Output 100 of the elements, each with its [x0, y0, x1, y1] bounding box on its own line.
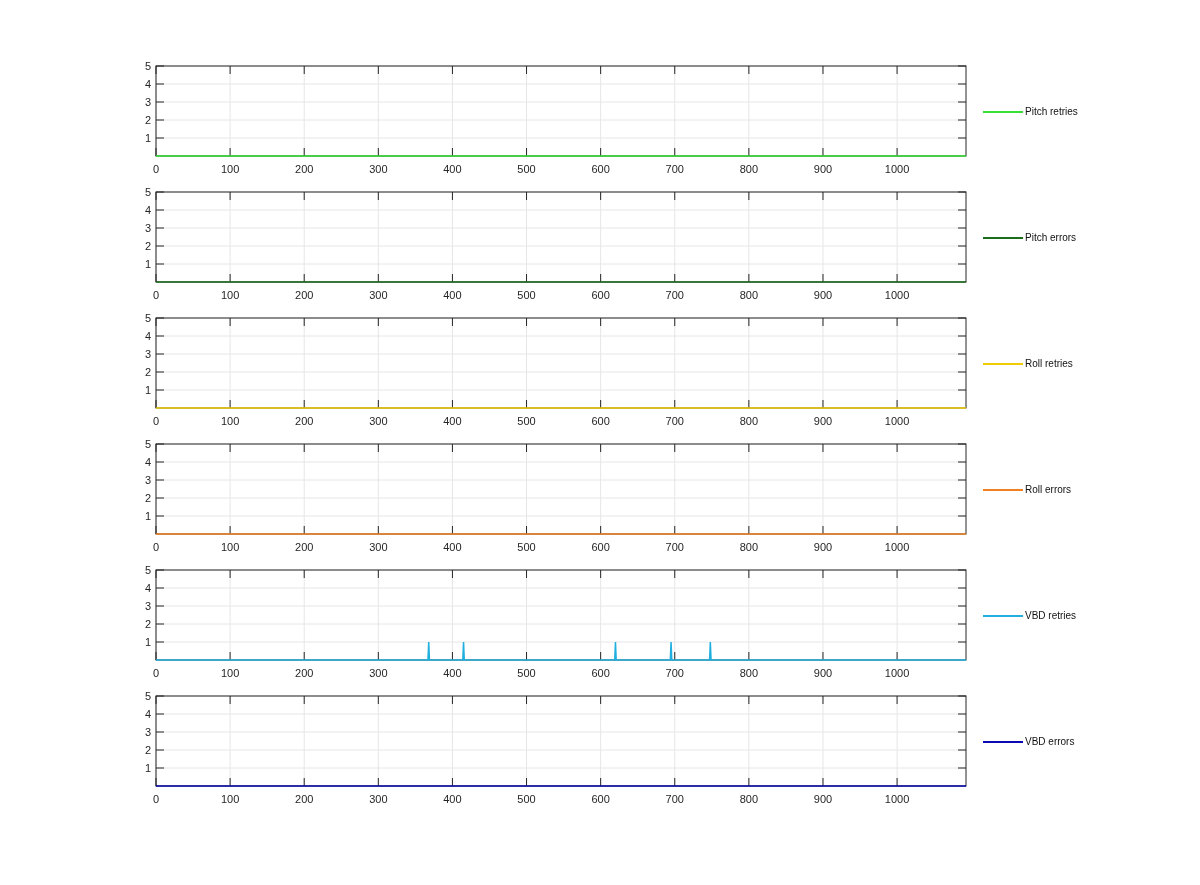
tick-label: 5 [144, 312, 151, 324]
tick-label: 700 [665, 667, 684, 679]
tick-label: 700 [665, 541, 684, 553]
tick-label: 100 [220, 541, 240, 553]
tick-label: 3 [144, 726, 151, 738]
tick-label: 100 [220, 667, 240, 679]
tick-label: 200 [295, 163, 314, 175]
tick-label: 4 [144, 330, 151, 342]
tick-label: 300 [369, 415, 388, 427]
tick-label: 1 [144, 132, 151, 144]
tick-label: 200 [295, 415, 314, 427]
tick-label: 300 [369, 793, 388, 805]
tick-label: 800 [739, 793, 759, 805]
legend-line-icon [983, 109, 1023, 114]
legend-label: Pitch retries [1025, 105, 1078, 119]
tick-label: 1000 [884, 289, 910, 301]
tick-label: 1000 [884, 415, 910, 427]
tick-label: 4 [144, 708, 151, 720]
tick-label: 5 [144, 564, 151, 576]
tick-label: 0 [152, 793, 160, 805]
tick-label: 3 [144, 222, 151, 234]
legend-label: Pitch errors [1025, 231, 1077, 245]
tick-label: 900 [813, 163, 833, 175]
tick-label: 1000 [884, 793, 910, 805]
tick-label: 500 [517, 793, 536, 805]
tick-label: 1 [144, 636, 151, 648]
tick-label: 4 [144, 456, 151, 468]
tick-label: 100 [220, 415, 240, 427]
tick-label: 100 [220, 289, 240, 301]
tick-label: 300 [369, 541, 388, 553]
tick-label: 600 [591, 541, 610, 553]
tick-label: 400 [443, 541, 462, 553]
tick-label: 1000 [884, 541, 910, 553]
tick-label: 800 [739, 163, 759, 175]
tick-label: 1 [144, 384, 151, 396]
tick-label: 500 [517, 415, 536, 427]
tick-label: 900 [813, 667, 833, 679]
tick-label: 2 [144, 744, 151, 756]
tick-label: 2 [144, 240, 151, 252]
tick-label: 500 [517, 163, 536, 175]
legend-label: Roll errors [1025, 483, 1072, 497]
tick-label: 700 [665, 793, 684, 805]
tick-label: 200 [295, 793, 314, 805]
tick-label: 2 [144, 492, 151, 504]
tick-label: 1 [144, 510, 151, 522]
tick-label: 600 [591, 415, 610, 427]
tick-label: 1000 [884, 163, 910, 175]
tick-label: 600 [591, 163, 610, 175]
tick-label: 700 [665, 415, 684, 427]
tick-label: 800 [739, 541, 759, 553]
tick-label: 4 [144, 78, 151, 90]
legend-line-icon [983, 235, 1023, 240]
tick-label: 400 [443, 415, 462, 427]
tick-label: 1 [144, 762, 151, 774]
tick-label: 600 [591, 667, 610, 679]
legend-line-icon [983, 361, 1023, 366]
tick-label: 0 [152, 415, 160, 427]
tick-label: 3 [144, 348, 151, 360]
tick-label: 2 [144, 618, 151, 630]
tick-label: 5 [144, 186, 151, 198]
tick-label: 2 [144, 114, 151, 126]
tick-label: 5 [144, 690, 151, 702]
tick-label: 100 [220, 163, 240, 175]
legend-label: VBD errors [1025, 735, 1075, 749]
tick-label: 800 [739, 289, 759, 301]
legend-line-icon [983, 613, 1023, 618]
tick-label: 700 [665, 163, 684, 175]
legend-label: Roll retries [1025, 357, 1073, 371]
tick-label: 1 [144, 258, 151, 270]
tick-label: 200 [295, 289, 314, 301]
tick-label: 4 [144, 204, 151, 216]
tick-label: 4 [144, 582, 151, 594]
tick-label: 400 [443, 667, 462, 679]
tick-label: 3 [144, 600, 151, 612]
tick-label: 3 [144, 96, 151, 108]
tick-label: 0 [152, 163, 160, 175]
legend-line-icon [983, 487, 1023, 492]
tick-label: 700 [665, 289, 684, 301]
tick-label: 400 [443, 163, 462, 175]
tick-label: 0 [152, 667, 160, 679]
tick-label: 800 [739, 667, 759, 679]
tick-label: 100 [220, 793, 240, 805]
tick-label: 200 [295, 541, 314, 553]
tick-label: 200 [295, 667, 314, 679]
tick-label: 300 [369, 289, 388, 301]
tick-label: 600 [591, 289, 610, 301]
tick-label: 300 [369, 667, 388, 679]
tick-label: 300 [369, 163, 388, 175]
tick-label: 0 [152, 289, 160, 301]
tick-label: 2 [144, 366, 151, 378]
tick-label: 400 [443, 289, 462, 301]
tick-label: 1000 [884, 667, 910, 679]
tick-label: 0 [152, 541, 160, 553]
tick-label: 500 [517, 541, 536, 553]
tick-label: 600 [591, 793, 610, 805]
tick-label: 3 [144, 474, 151, 486]
legend-line-icon [983, 739, 1023, 744]
tick-label: 500 [517, 667, 536, 679]
tick-label: 400 [443, 793, 462, 805]
tick-label: 900 [813, 541, 833, 553]
